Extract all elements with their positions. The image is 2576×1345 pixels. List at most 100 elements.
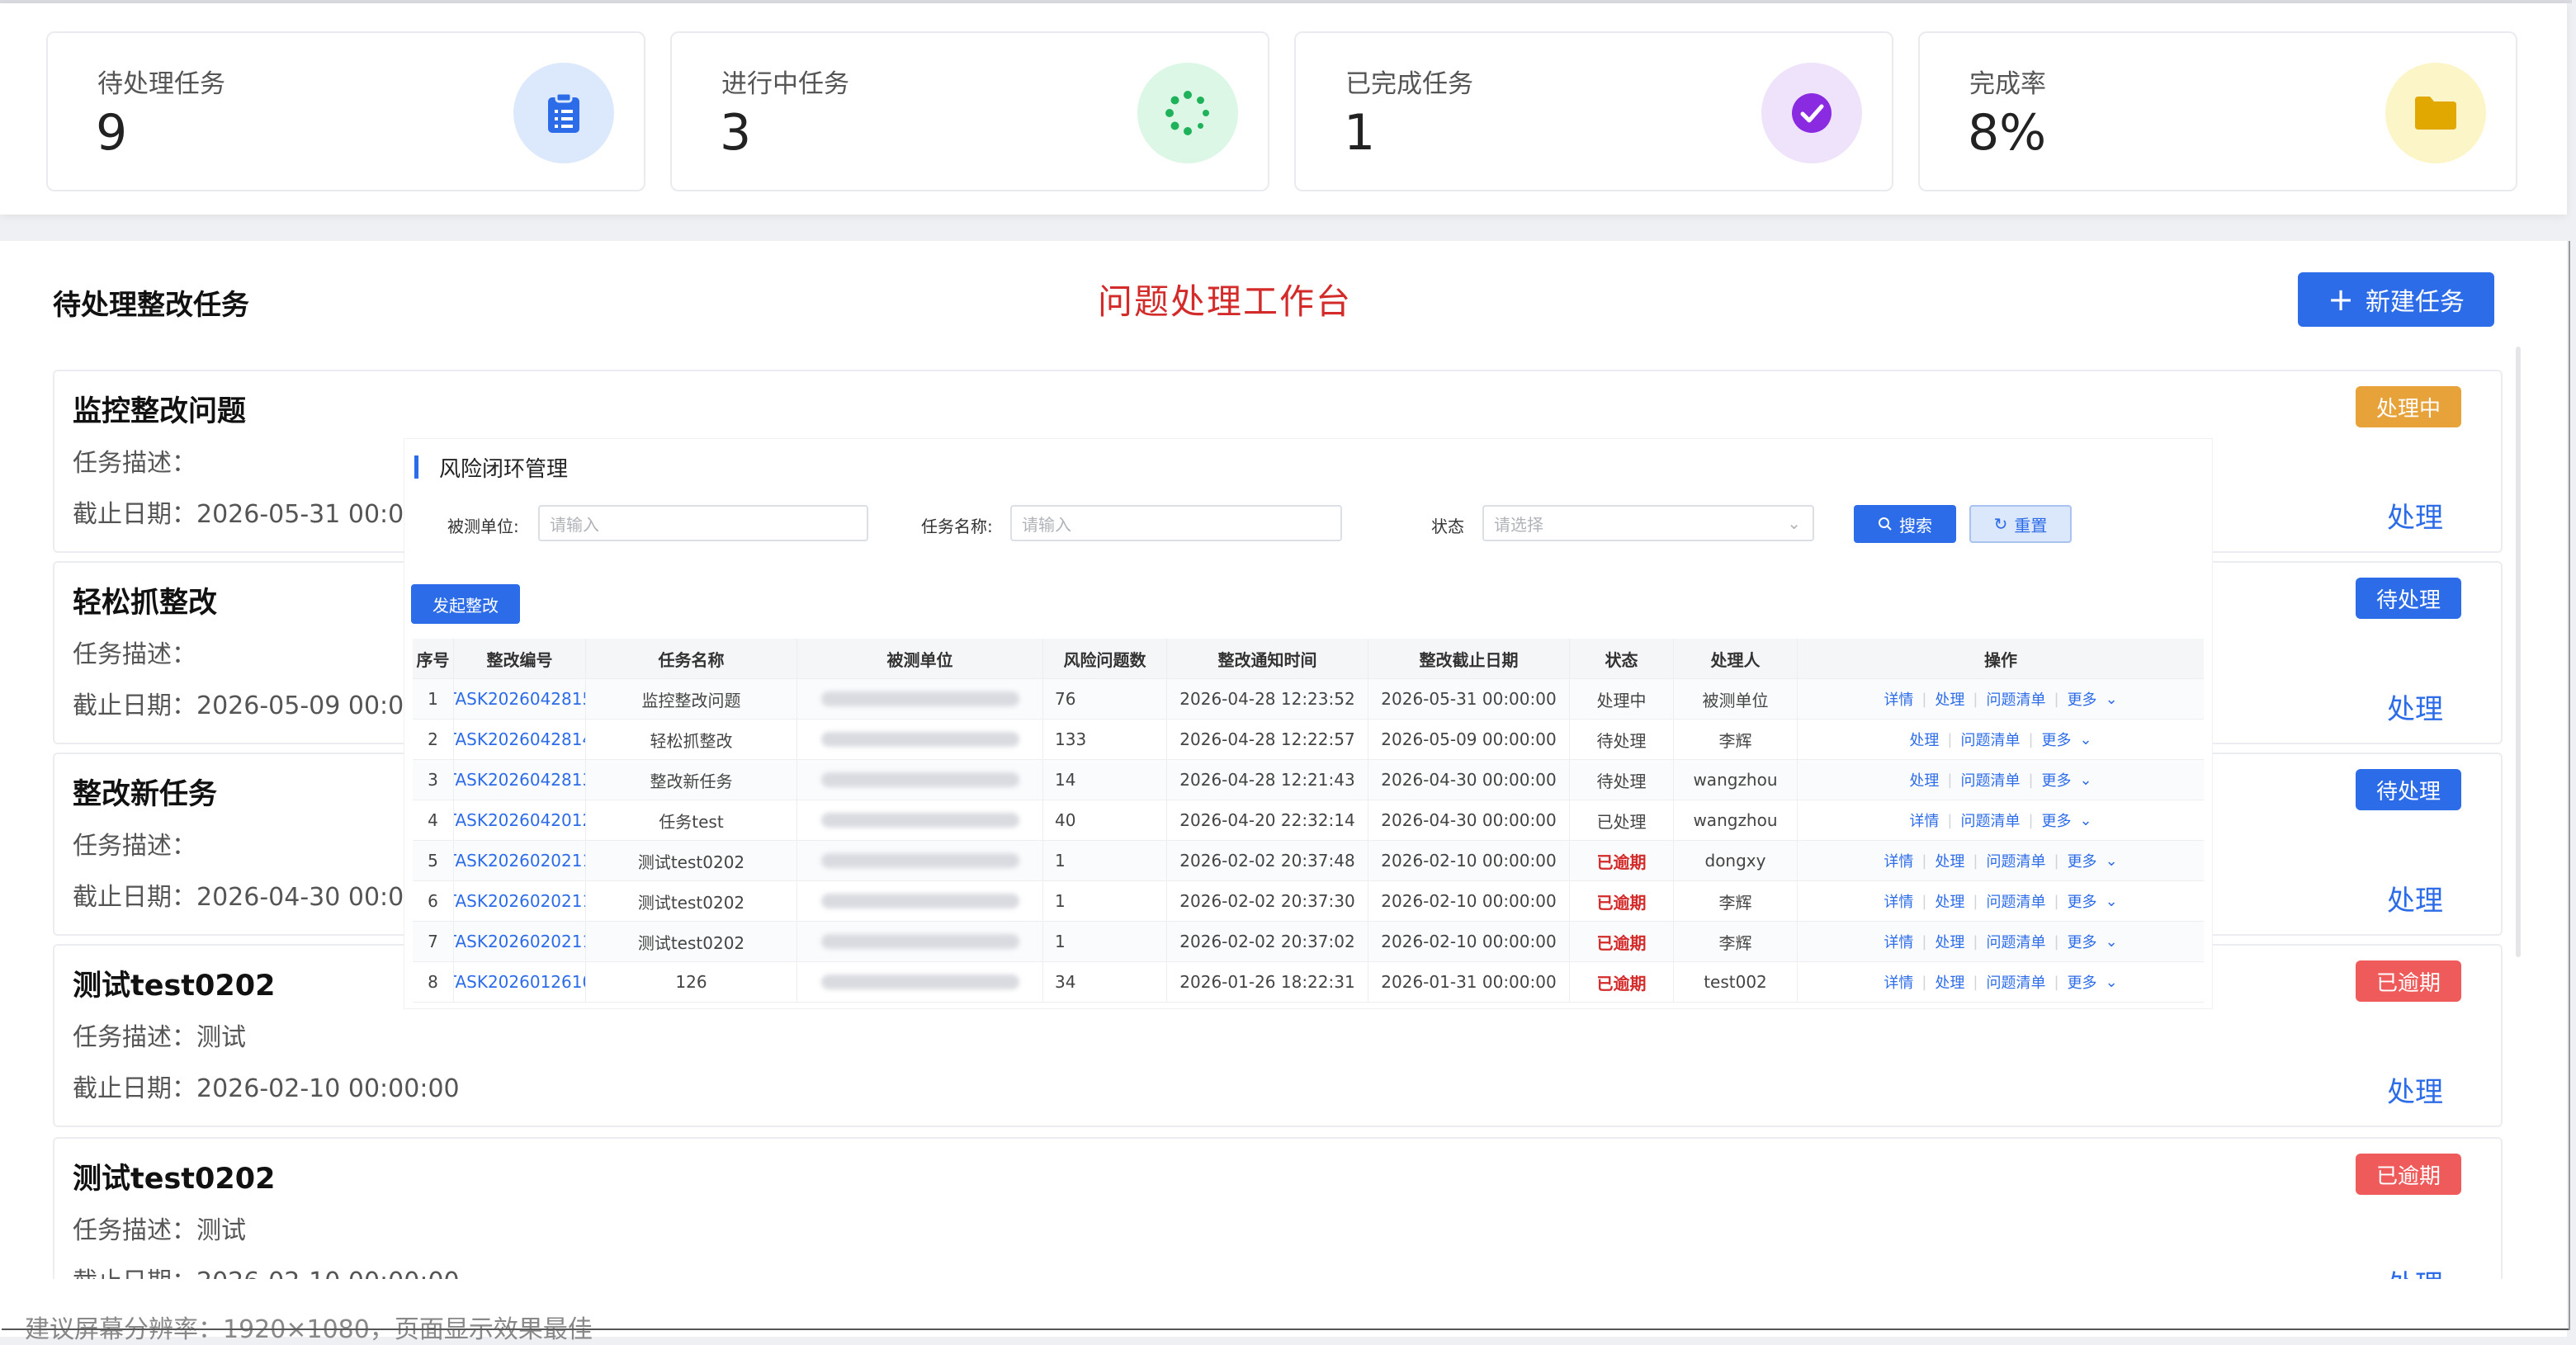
process-link[interactable]: 处理 [2387,878,2443,918]
stat-value: 8% [1968,104,2047,162]
row-action-link[interactable]: 问题清单 [1960,729,2020,750]
new-task-button[interactable]: + 新建任务 [2298,272,2494,327]
task-code-link[interactable]: TASK2026020211 [454,881,586,921]
cell-handler: dongxy [1674,841,1798,880]
row-action-link[interactable]: 处理 [1935,971,1964,993]
cell-deadline: 2026-04-30 00:00:00 [1368,800,1570,840]
column-header: 序号 [413,639,454,678]
row-action-link[interactable]: 更多 [2042,769,2072,790]
chevron-down-icon: ⌄ [2105,852,2118,870]
chevron-down-icon: ⌄ [2079,771,2092,789]
task-code-link[interactable]: TASK2026042813 [454,760,586,800]
cell-unit-redacted [797,922,1043,961]
task-code-link[interactable]: TASK2026020211 [454,922,586,961]
cell-status: 已逾期 [1570,881,1674,921]
action-separator: | [2054,690,2059,708]
row-action-link[interactable]: 详情 [1884,931,1913,952]
cell-notify-time: 2026-01-26 18:22:31 [1167,962,1368,1002]
task-description: 任务描述： [73,640,196,669]
row-action-link[interactable]: 问题清单 [1960,769,2020,790]
cell-actions: 详情 | 问题清单 | 更多 ⌄ [1798,800,2204,840]
row-action-link[interactable]: 更多 [2068,688,2097,710]
action-separator: | [1947,730,1953,748]
search-icon [1879,517,1892,531]
table-row: 2 TASK2026042814 轻松抓整改 133 2026-04-28 12:22:… [413,720,2204,760]
row-action-link[interactable]: 更多 [2068,971,2097,993]
column-header: 处理人 [1674,639,1798,678]
row-action-link[interactable]: 更多 [2042,809,2072,831]
folder-icon [2385,63,2486,163]
row-action-link[interactable]: 问题清单 [1986,931,2045,952]
cell-handler: test002 [1674,962,1798,1002]
cell-handler: wangzhou [1674,800,1798,840]
status-filter-label: 状态 [1431,517,1464,536]
table-header: 序号 整改编号 任务名称 被测单位 风险问题数 整改通知时间 整改截止日期 状态… [413,639,2204,679]
cell-task-name: 监控整改问题 [586,679,797,719]
task-deadline: 截止日期：2026-05-31 00:00:00 [73,500,460,529]
name-filter-input[interactable]: 请输入 [1010,505,1342,541]
column-header: 整改截止日期 [1368,639,1570,678]
cell-deadline: 2026-05-09 00:00:00 [1368,720,1570,759]
search-button[interactable]: 搜索 [1854,505,1956,543]
row-action-link[interactable]: 处理 [1935,850,1964,871]
row-action-link[interactable]: 详情 [1884,971,1913,993]
status-filter-select[interactable]: 请选择 ⌄ [1482,505,1814,541]
stat-value: 3 [720,104,752,162]
process-link[interactable]: 处理 [2387,687,2443,727]
cell-status: 待处理 [1570,720,1674,759]
row-action-link[interactable]: 详情 [1884,850,1913,871]
cell-task-name: 126 [586,962,797,1002]
task-name: 测试test0202 [73,970,276,1003]
row-actions: 详情 | 问题清单 | 更多 ⌄ [1909,809,2092,831]
cell-actions: 详情 | 处理 | 问题清单 | 更多 ⌄ [1798,922,2204,961]
row-action-link[interactable]: 详情 [1909,809,1939,831]
cell-index: 2 [413,720,454,759]
stat-label: 待处理任务 [97,69,225,99]
row-action-link[interactable]: 处理 [1909,729,1939,750]
task-code-link[interactable]: TASK2026012610 [454,962,586,1002]
task-code-link[interactable]: TASK2026042815 [454,679,586,719]
row-action-link[interactable]: 更多 [2042,729,2072,750]
unit-filter-input[interactable]: 请输入 [538,505,868,541]
clipboard-icon [513,63,614,163]
process-link[interactable]: 处理 [2387,1069,2443,1110]
row-actions: 详情 | 处理 | 问题清单 | 更多 ⌄ [1884,890,2117,912]
scrollbar[interactable] [2516,347,2521,957]
row-action-link[interactable]: 问题清单 [1986,890,2045,912]
reset-button[interactable]: ↻ 重置 [1969,505,2072,543]
row-action-link[interactable]: 处理 [1935,890,1964,912]
action-separator: | [1921,852,1927,870]
process-link[interactable]: 处理 [2387,495,2443,536]
launch-rectification-button[interactable]: 发起整改 [411,584,520,624]
row-action-link[interactable]: 处理 [1909,769,1939,790]
row-action-link[interactable]: 处理 [1935,688,1964,710]
task-code-link[interactable]: TASK2026042012 [454,800,586,840]
row-action-link[interactable]: 问题清单 [1986,850,2045,871]
task-code-link[interactable]: TASK2026042814 [454,720,586,759]
row-action-link[interactable]: 更多 [2068,850,2097,871]
row-action-link[interactable]: 详情 [1884,688,1913,710]
row-action-link[interactable]: 问题清单 [1986,971,2045,993]
workbench-title: 问题处理工作台 [1098,281,1353,322]
row-action-link[interactable]: 问题清单 [1986,688,2045,710]
stat-card-completion-rate: 完成率 8% [1918,31,2517,191]
task-code-link[interactable]: TASK2026020211 [454,841,586,880]
cell-deadline: 2026-02-10 00:00:00 [1368,841,1570,880]
action-separator: | [1921,932,1927,951]
cell-index: 5 [413,841,454,880]
cell-notify-time: 2026-04-20 22:32:14 [1167,800,1368,840]
action-separator: | [2028,811,2034,829]
cell-risk-count: 34 [1043,962,1167,1002]
row-action-link[interactable]: 详情 [1884,890,1913,912]
row-action-link[interactable]: 问题清单 [1960,809,2020,831]
stats-area: 待处理任务 9 进行中任务 3 已完成任务 1 完成率 8% [0,3,2567,215]
chevron-down-icon: ⌄ [2105,932,2118,951]
row-action-link[interactable]: 更多 [2068,890,2097,912]
task-table: 序号 整改编号 任务名称 被测单位 风险问题数 整改通知时间 整改截止日期 状态… [413,639,2204,1003]
cell-notify-time: 2026-04-28 12:23:52 [1167,679,1368,719]
cell-task-name: 整改新任务 [586,760,797,800]
cell-actions: 详情 | 处理 | 问题清单 | 更多 ⌄ [1798,841,2204,880]
row-action-link[interactable]: 处理 [1935,931,1964,952]
cell-actions: 详情 | 处理 | 问题清单 | 更多 ⌄ [1798,962,2204,1002]
row-action-link[interactable]: 更多 [2068,931,2097,952]
